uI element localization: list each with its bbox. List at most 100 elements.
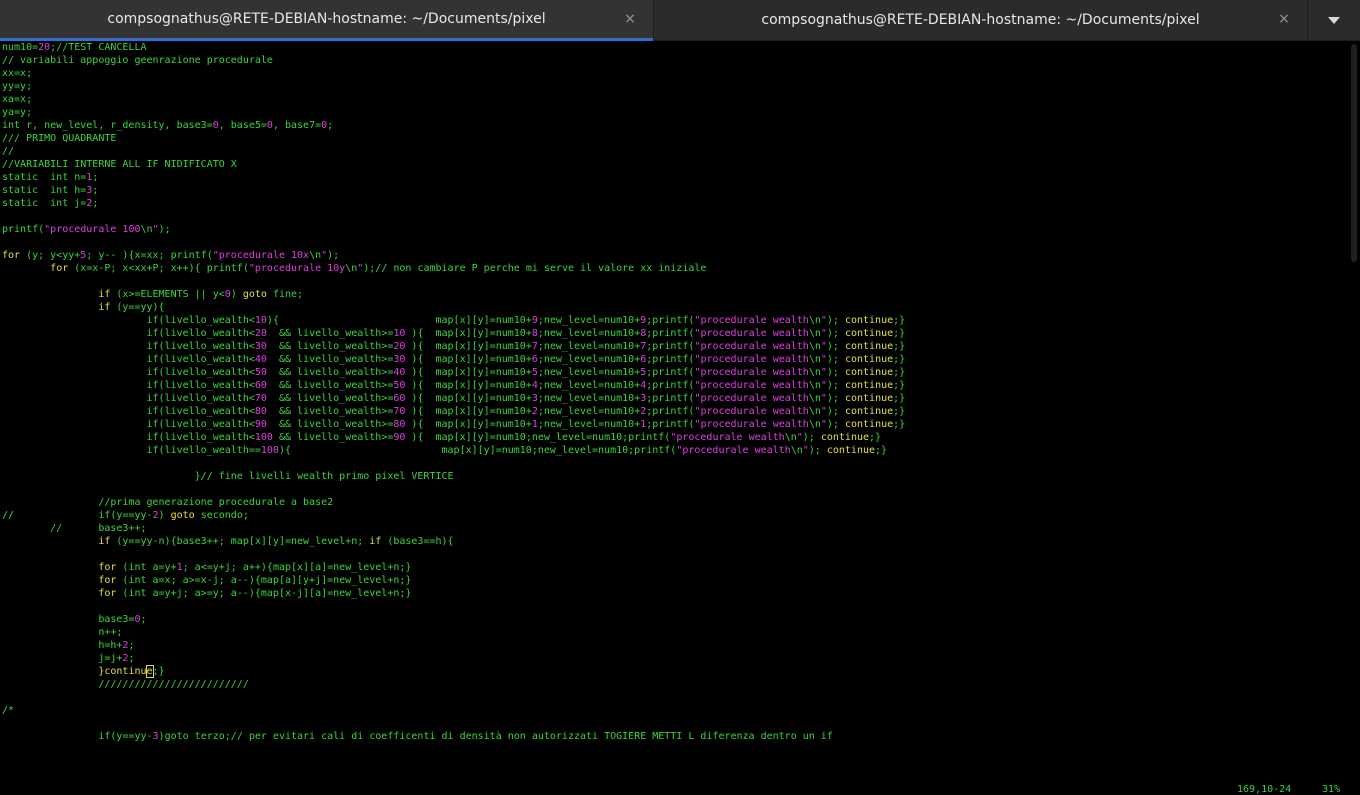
code-token: ;} (893, 406, 906, 417)
code-token: ); (158, 224, 171, 235)
code-token: 20 (38, 42, 51, 53)
code-token: ;new_level=num10+ (537, 354, 641, 365)
code-token: if (98, 536, 111, 547)
code-token: ); (808, 445, 827, 456)
code-line: if(livello_wealth==100){ map[x][y]=num10… (2, 444, 905, 457)
chevron-down-icon (1328, 16, 1340, 24)
scrollbar[interactable] (1348, 41, 1360, 768)
code-line: }// fine livelli wealth primo pixel VERT… (2, 470, 905, 483)
code-token: (int a=x; a>=x-j; a--){map[a][y+j]=new_l… (116, 575, 412, 586)
code-line: num10=20;//TEST CANCELLA (2, 41, 905, 54)
code-token: && livello_wealth>= (266, 367, 394, 378)
close-icon[interactable]: × (1277, 12, 1291, 26)
tabs-menu-button[interactable] (1307, 0, 1360, 41)
code-token: goto (242, 289, 267, 300)
code-token: ; (140, 614, 147, 625)
code-token: ){ map[x][y]=num10+ (405, 341, 532, 352)
code-line: xa=x; (2, 93, 905, 106)
code-token: ){ map[x][y]=num10;new_level=num10;print… (405, 432, 671, 443)
code-token: ;} (893, 328, 906, 339)
code-token: && livello_wealth>= (266, 341, 394, 352)
code-token: && livello_wealth>= (266, 393, 394, 404)
code-line: if(livello_wealth<100 && livello_wealth>… (2, 431, 905, 444)
code-line: if (x>=ELEMENTS || y<0) goto fine; (2, 288, 905, 301)
code-token: (int a=y+ (116, 562, 177, 573)
code-token: ; (327, 120, 334, 131)
code-token: ); (826, 354, 845, 365)
code-token: "procedurale wealth (694, 406, 809, 417)
code-token: continue (844, 341, 894, 352)
code-token: if(livello_wealth< (2, 380, 255, 391)
code-token: "procedurale wealth (694, 393, 809, 404)
code-token: ; (128, 653, 135, 664)
tab-terminal-2[interactable]: compsognathus@RETE-DEBIAN-hostname: ~/Do… (653, 0, 1307, 41)
code-token: (x=x-P; x<xx+P; x++){ printf( (68, 263, 249, 274)
code-line: static int n=1; (2, 171, 905, 184)
code-line: if (y==yy-n){base3++; map[x][y]=new_leve… (2, 535, 905, 548)
code-token: 80 (254, 406, 267, 417)
code-line: if(livello_wealth<40 && livello_wealth>=… (2, 353, 905, 366)
code-token: "procedurale wealth (694, 380, 809, 391)
code-line: printf("procedurale 100\n"); (2, 223, 905, 236)
code-token: ;printf( (646, 393, 695, 404)
scroll-percent: 31% (1322, 784, 1341, 795)
code-line: for (int a=x; a>=x-j; a--){map[a][y+j]=n… (2, 574, 905, 587)
code-token: (int a=y+j; a>=y; a--){map[x-j][a]=new_l… (116, 588, 412, 599)
code-line: if(livello_wealth<30 && livello_wealth>=… (2, 340, 905, 353)
code-token: \n (808, 315, 821, 326)
code-token: continue (844, 419, 894, 430)
code-token: 90 (254, 419, 267, 430)
code-token: ; (128, 640, 135, 651)
code-token: h=h+ (2, 640, 123, 651)
code-token: \n (808, 328, 821, 339)
code-token: ;new_level=num10+ (537, 393, 641, 404)
code-token: /* (2, 705, 15, 716)
code-token: /// PRIMO QUADRANTE (2, 133, 117, 144)
code-token: "procedurale wealth (694, 367, 809, 378)
code-line: ///////////////////////// (2, 678, 905, 691)
code-line: }continue;} (2, 665, 905, 678)
code-token: \n (808, 367, 821, 378)
code-line: j=j+2; (2, 652, 905, 665)
code-token: "procedurale wealth (694, 354, 809, 365)
close-icon[interactable]: × (623, 12, 637, 26)
code-token: if(livello_wealth< (2, 354, 255, 365)
code-token: 60 (254, 380, 267, 391)
code-token: for (98, 588, 117, 599)
code-token: ){ map[x][y]=num10+ (266, 315, 532, 326)
code-token: static int n= (2, 172, 87, 183)
code-token: \n (808, 341, 821, 352)
tab-terminal-1[interactable]: compsognathus@RETE-DEBIAN-hostname: ~/Do… (0, 0, 653, 41)
terminal-viewport[interactable]: num10=20;//TEST CANCELLA// variabili app… (0, 41, 1348, 795)
code-token: ;new_level=num10+ (537, 380, 641, 391)
code-token: if(y==yy- (2, 731, 153, 742)
code-token: ;printf( (646, 354, 695, 365)
code-token: //VARIABILI INTERNE ALL IF NIDIFICATO X (2, 159, 237, 170)
cursor-position: 169,10-24 (1237, 784, 1292, 795)
code-token: 50 (254, 367, 267, 378)
code-token: 40 (254, 354, 267, 365)
code-line: ya=y; (2, 106, 905, 119)
scrollbar-thumb[interactable] (1351, 44, 1357, 262)
code-line: if(y==yy-3)goto terzo;// per evitari cal… (2, 730, 905, 743)
code-token: if(livello_wealth< (2, 406, 255, 417)
code-editor[interactable]: num10=20;//TEST CANCELLA// variabili app… (2, 41, 905, 743)
code-token: ){ map[x][y]=num10+ (405, 406, 532, 417)
code-token: \n (808, 380, 821, 391)
code-line: //prima generazione procedurale a base2 (2, 496, 905, 509)
code-token: if(livello_wealth< (2, 419, 255, 430)
code-token: ); (826, 406, 845, 417)
code-token: ) (158, 510, 171, 521)
code-token: continue (844, 393, 894, 404)
code-token: , base5= (218, 120, 267, 131)
code-token: ); (826, 380, 845, 391)
code-token: if(livello_wealth< (2, 367, 255, 378)
code-token: ;} (869, 432, 882, 443)
code-token: && livello_wealth>= (266, 380, 394, 391)
code-token: 70 (393, 406, 406, 417)
